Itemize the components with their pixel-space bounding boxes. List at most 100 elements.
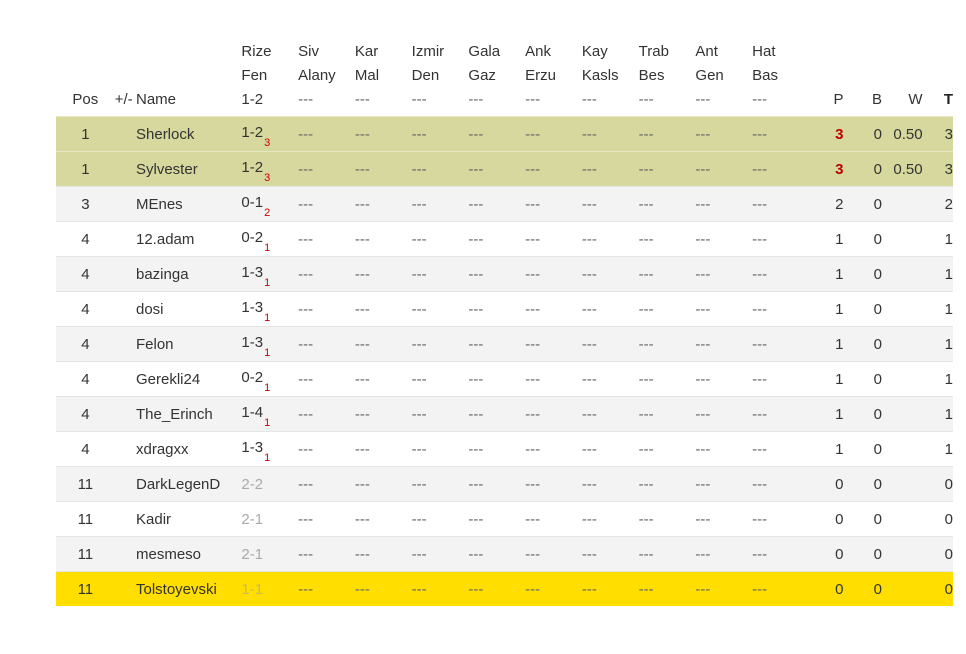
table-row: 11 mesmeso 2-1 --- --- --- --- --- --- --- --- --- 0…: [56, 536, 953, 572]
pick-score: 1-3: [241, 334, 264, 351]
row-pick-game-10: ---: [748, 361, 805, 397]
header-game-7[interactable]: Kay Kasls ---: [578, 40, 635, 117]
row-win: 0.50: [888, 116, 931, 152]
header-game-6[interactable]: Ank Erzu ---: [521, 40, 578, 117]
game-2-result: ---: [298, 91, 314, 108]
row-pick-game-8: ---: [634, 221, 692, 257]
pick-points: 1: [264, 452, 271, 464]
row-win: [888, 221, 931, 257]
row-points: 1: [827, 256, 848, 292]
row-points: 1: [827, 396, 848, 432]
row-pick-game-7: ---: [577, 431, 635, 467]
row-pick-game-10: ---: [748, 186, 805, 222]
row-pick-game-10: ---: [748, 501, 805, 537]
header-name[interactable]: Name: [132, 40, 237, 117]
player-name-link[interactable]: Sylvester: [136, 161, 198, 178]
pick-score: 1-3: [241, 439, 264, 456]
pick-points: 1: [264, 382, 271, 394]
row-win: [888, 256, 931, 292]
player-name-link[interactable]: Kadir: [136, 511, 171, 528]
player-name-link[interactable]: Sherlock: [136, 126, 194, 143]
header-game-4[interactable]: Izmir Den ---: [408, 40, 465, 117]
header-game-3[interactable]: Kar Mal ---: [351, 40, 408, 117]
row-name: Felon: [132, 326, 238, 362]
player-name-link[interactable]: 12.adam: [136, 231, 194, 248]
header-win[interactable]: W: [888, 40, 931, 117]
header-game-2[interactable]: Siv Alany ---: [294, 40, 351, 117]
row-pick-game-10: ---: [748, 151, 805, 187]
row-name: bazinga: [132, 256, 238, 292]
pick-points: 3: [264, 172, 271, 184]
pick-score: 0-1: [241, 194, 264, 211]
row-pos: 1: [56, 116, 111, 152]
table-row: 11 Kadir 2-1 --- --- --- --- --- --- --- --- --- 0 0 0: [56, 501, 953, 537]
header-game-10[interactable]: Hat Bas ---: [748, 40, 805, 117]
row-pick-game-9: ---: [691, 221, 749, 257]
header-game-1[interactable]: Rize Fen 1-2: [237, 40, 294, 117]
player-name-link[interactable]: dosi: [136, 301, 164, 318]
player-name-link[interactable]: MEnes: [136, 196, 183, 213]
row-pick-game-5: ---: [464, 291, 522, 327]
game-8-home: Trab: [638, 43, 669, 60]
row-win: [888, 431, 931, 467]
player-name-link[interactable]: mesmeso: [136, 546, 201, 563]
player-name-link[interactable]: xdragxx: [136, 441, 189, 458]
pick-score: 1-2: [241, 124, 264, 141]
game-10-home: Hat: [752, 43, 776, 60]
table-row: 4 Gerekli24 0-21 --- --- --- --- --- --- --- --- --…: [56, 361, 953, 397]
game-6-result: ---: [525, 91, 541, 108]
row-pick-game-6: ---: [521, 466, 578, 502]
row-pick-game-1: 1-31: [237, 256, 295, 292]
header-pos[interactable]: Pos: [56, 40, 111, 117]
row-spacer: [804, 291, 828, 327]
row-pick-game-2: ---: [294, 116, 351, 152]
game-3-result: ---: [354, 91, 370, 108]
row-pick-game-3: ---: [350, 116, 408, 152]
row-total: 0: [930, 536, 953, 572]
header-game-9[interactable]: Ant Gen ---: [691, 40, 748, 117]
row-pick-game-8: ---: [634, 116, 692, 152]
row-pick-game-7: ---: [577, 116, 635, 152]
header-game-5[interactable]: Gala Gaz ---: [464, 40, 521, 117]
player-name-link[interactable]: Tolstoyevski: [136, 581, 217, 598]
standings-table: Pos +/- Name Rize Fen 1-2 Siv Alany --- Kar M…: [56, 40, 953, 606]
row-pick-game-10: ---: [748, 326, 805, 362]
header-total[interactable]: T: [931, 40, 953, 117]
row-pick-game-2: ---: [294, 466, 351, 502]
row-pick-game-3: ---: [350, 361, 408, 397]
pick-points: 1: [264, 347, 271, 359]
row-pick-game-4: ---: [407, 256, 465, 292]
row-name: Sylvester: [132, 151, 238, 187]
row-pick-game-8: ---: [634, 501, 692, 537]
game-1-home: Rize: [241, 43, 272, 60]
row-spacer: [804, 501, 828, 537]
row-pick-game-8: ---: [634, 396, 692, 432]
row-plusminus: [110, 116, 132, 152]
table-row: 4 Felon 1-31 --- --- --- --- --- --- --- --- --- 1 0 1: [56, 326, 953, 362]
game-2-home: Siv: [298, 43, 319, 60]
header-row: Pos +/- Name Rize Fen 1-2 Siv Alany --- Kar M…: [56, 40, 953, 117]
row-pos: 4: [56, 256, 111, 292]
player-name-link[interactable]: Gerekli24: [136, 371, 200, 388]
pick-score: 0-2: [241, 229, 264, 246]
row-pick-game-8: ---: [634, 256, 692, 292]
game-9-result: ---: [695, 91, 711, 108]
header-plusminus[interactable]: +/-: [111, 40, 133, 117]
pick-score: 2-1: [241, 545, 264, 563]
row-win: [888, 501, 931, 537]
row-points: 1: [827, 361, 848, 397]
player-name-link[interactable]: DarkLegenD: [136, 476, 220, 493]
header-game-8[interactable]: Trab Bes ---: [635, 40, 692, 117]
game-3-away: Mal: [354, 67, 380, 84]
player-name-link[interactable]: The_Erinch: [136, 406, 213, 423]
header-bonus[interactable]: B: [847, 40, 888, 117]
header-points[interactable]: P: [827, 40, 847, 117]
table-body: 1 Sherlock 1-23 --- --- --- --- --- --- --- --- ---…: [56, 116, 953, 606]
row-name: Gerekli24: [132, 361, 238, 397]
row-spacer: [804, 571, 828, 606]
game-4-away: Den: [411, 67, 440, 84]
player-name-link[interactable]: bazinga: [136, 266, 189, 283]
player-name-link[interactable]: Felon: [136, 336, 174, 353]
row-total: 2: [930, 186, 953, 222]
row-pick-game-3: ---: [350, 291, 408, 327]
